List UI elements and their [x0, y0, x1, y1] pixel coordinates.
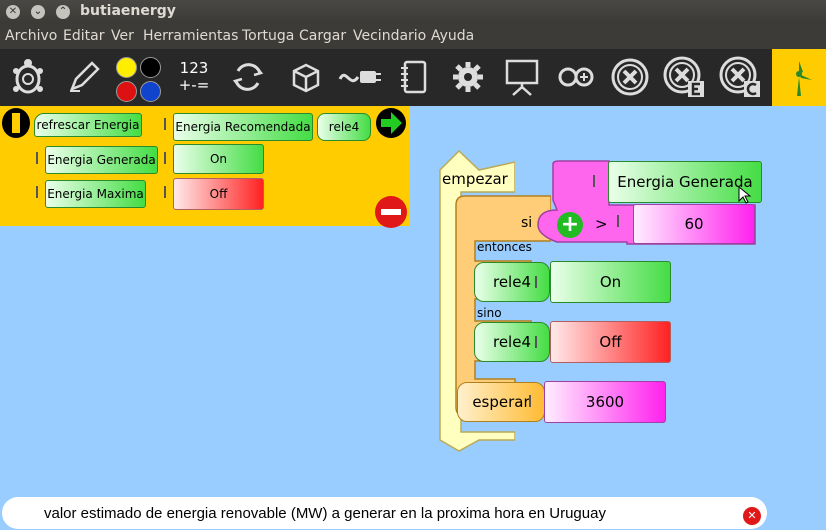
menu-herramientas[interactable]: Herramientas: [143, 28, 238, 44]
menu-archivo[interactable]: Archivo: [5, 28, 57, 44]
block-palette: refrescar Energia Energia Recomendada re…: [0, 106, 409, 228]
minimize-window-icon[interactable]: ⌄: [31, 5, 45, 19]
color-dot-red: [116, 81, 137, 102]
palette-orientation-icon[interactable]: [2, 108, 30, 138]
clear-c-icon[interactable]: [716, 53, 764, 101]
close-help-icon[interactable]: ✕: [743, 507, 761, 525]
menu-tortuga[interactable]: Tortuga: [242, 28, 294, 44]
color-dot-black: [140, 57, 161, 78]
link-icon[interactable]: [552, 53, 600, 101]
refresh-energy-block[interactable]: refrescar Energia: [34, 113, 142, 137]
mouse-cursor-icon: [738, 186, 752, 204]
color-dot-blue: [140, 81, 161, 102]
relay-on-value[interactable]: On: [550, 261, 671, 303]
window-titlebar: ✕ ⌄ ⌃ butiaenergy: [0, 0, 826, 24]
expand-plus-icon[interactable]: +: [557, 212, 583, 238]
turtle-icon[interactable]: [4, 53, 52, 101]
butia-energy-palette-icon[interactable]: [772, 49, 826, 106]
clear-icon[interactable]: [606, 53, 654, 101]
pen-icon[interactable]: [60, 53, 108, 101]
numbers-label: 123: [179, 59, 209, 77]
relay-block[interactable]: rele4: [317, 113, 371, 141]
wait-seconds-value[interactable]: 3600: [544, 381, 666, 423]
help-message: valor estimado de energia renovable (MW)…: [44, 504, 606, 522]
maximize-window-icon[interactable]: ⌃: [56, 5, 70, 19]
menu-ayuda[interactable]: Ayuda: [431, 28, 474, 44]
close-window-icon[interactable]: ✕: [6, 5, 20, 19]
maximum-energy-block[interactable]: Energia Maxima: [45, 180, 146, 208]
numbers-icon[interactable]: 123 +-=: [170, 53, 218, 101]
clear-e-icon[interactable]: [660, 53, 708, 101]
if-label: si: [521, 215, 533, 231]
operators-label: +-=: [178, 76, 210, 94]
recommended-energy-block[interactable]: Energia Recomendada: [173, 113, 313, 141]
menubar: Archivo Editar Ver Herramientas Tortuga …: [0, 24, 826, 49]
menu-ver[interactable]: Ver: [111, 28, 134, 44]
operator-label: >: [595, 215, 608, 233]
else-label: sino: [477, 306, 502, 320]
threshold-number[interactable]: 60: [633, 204, 755, 244]
start-label: empezar: [442, 170, 508, 188]
on-value-block[interactable]: On: [173, 144, 264, 174]
colors-icon[interactable]: [112, 53, 164, 102]
menu-editar[interactable]: Editar: [63, 28, 104, 44]
flow-icon[interactable]: [224, 53, 272, 101]
gear-icon[interactable]: [444, 53, 492, 101]
notebook-icon[interactable]: [390, 53, 438, 101]
sensor-plug-icon[interactable]: [336, 53, 384, 101]
toolbar: 123 +-=: [0, 49, 826, 106]
remove-icon[interactable]: [375, 196, 407, 228]
menu-vecindario[interactable]: Vecindario: [353, 28, 426, 44]
then-label: entonces: [477, 240, 532, 254]
window-title: butiaenergy: [80, 3, 176, 19]
color-dot-yellow: [116, 57, 137, 78]
help-status-bar: valor estimado de energia renovable (MW)…: [2, 497, 767, 529]
presentation-icon[interactable]: [498, 53, 546, 101]
next-arrow-icon[interactable]: [376, 108, 406, 138]
off-value-block[interactable]: Off: [173, 178, 264, 210]
generated-energy-block[interactable]: Energia Generada: [45, 146, 158, 174]
menu-cargar[interactable]: Cargar: [299, 28, 346, 44]
relay-off-value[interactable]: Off: [550, 321, 671, 363]
box-icon[interactable]: [282, 53, 330, 101]
